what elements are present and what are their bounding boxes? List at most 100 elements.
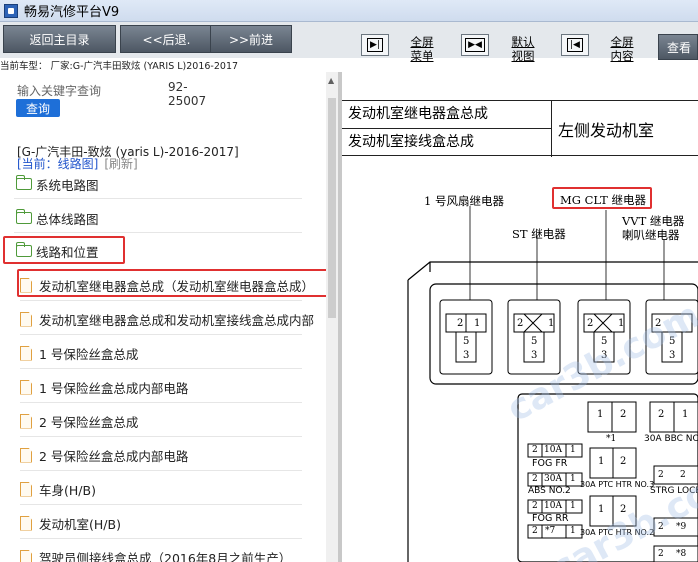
current-location: [当前：线路图] [刷新] xyxy=(17,155,138,172)
fuse-label: 2 xyxy=(658,470,664,480)
forward-button[interactable]: >>前进 xyxy=(210,25,292,53)
left-panel: 输入关键字查询 92-25007 查询 [G-广汽丰田-致炫 (yaris L)… xyxy=(0,72,338,562)
fuse-label: FOG FR xyxy=(532,458,568,469)
fuse-label: 2 xyxy=(532,501,538,511)
tree-item[interactable]: 2 号保险丝盒总成内部电路 xyxy=(20,443,188,467)
tree-item[interactable]: 车身(H/B) xyxy=(20,477,96,501)
fuse-label: 1 xyxy=(598,504,605,515)
document-icon xyxy=(20,549,32,562)
current-label: [当前：线路图] xyxy=(17,157,99,171)
title-bar: 畅易汽修平台V9 xyxy=(0,0,698,22)
tree-item[interactable]: 2 号保险丝盒总成 xyxy=(20,409,138,433)
default-view-icon[interactable]: ▶◀ xyxy=(461,34,489,56)
refresh-link[interactable]: [刷新] xyxy=(104,157,137,171)
fuse-label: 2 xyxy=(658,549,664,559)
pin-label: 3 xyxy=(531,350,538,361)
window-title: 畅易汽修平台V9 xyxy=(24,5,120,20)
document-icon xyxy=(20,413,32,429)
highlight-box xyxy=(17,269,333,297)
fullscreen-content-label[interactable]: 全屏 内容 xyxy=(604,35,640,63)
diagram-panel: 发动机室继电器盒总成 发动机室接线盒总成 左侧发动机室 1 号风扇继电器 MG … xyxy=(342,72,698,562)
divider xyxy=(20,300,302,301)
fuse-label: *1 xyxy=(606,434,617,444)
document-icon xyxy=(20,311,32,327)
fuse-label: 2 xyxy=(532,474,538,484)
scroll-up-icon[interactable]: ▲ xyxy=(328,76,334,85)
document-icon xyxy=(20,379,32,395)
tree-item[interactable]: 发动机室(H/B) xyxy=(20,511,121,535)
fuse-label: 1 xyxy=(570,445,576,455)
document-icon xyxy=(20,515,32,531)
divider xyxy=(20,504,302,505)
fuse-label: 2 xyxy=(532,526,538,536)
vehicle-bar: 当前车型： 厂家:G-广汽丰田致炫 (YARIS L)2016-2017 xyxy=(0,61,239,72)
query-button[interactable]: 查询 xyxy=(16,99,60,117)
document-icon xyxy=(20,345,32,361)
divider xyxy=(20,368,302,369)
fullscreen-menu-icon[interactable]: ▶| xyxy=(361,34,389,56)
fuse-label: 10A xyxy=(544,501,562,511)
fullscreen-menu-label[interactable]: 全屏 菜单 xyxy=(404,35,440,63)
fuse-label: 1 xyxy=(682,409,689,420)
fuse-label: 2 xyxy=(620,456,627,467)
tree-item[interactable]: 总体线路图 xyxy=(15,206,99,230)
fuse-label: 30A BBC NO xyxy=(644,434,698,444)
fuse-label: 2 xyxy=(658,409,665,420)
fuse-label: ABS NO.2 xyxy=(528,486,571,496)
search-button[interactable]: 查看 xyxy=(658,34,698,60)
home-button[interactable]: 返回主目录 xyxy=(3,25,116,53)
pin-label: 5 xyxy=(463,336,470,347)
divider xyxy=(20,334,302,335)
fuse-label: 1 xyxy=(598,456,605,467)
divider xyxy=(20,470,302,471)
default-view-label[interactable]: 默认 视图 xyxy=(505,35,541,63)
tree-item[interactable]: 系统电路图 xyxy=(15,172,99,196)
toolbar: 返回主目录 <<后退. >>前进 ▶| 全屏 菜单 ▶◀ 默认 视图 |◀ 全屏 内容 xyxy=(0,22,698,63)
highlight-box xyxy=(3,236,125,264)
divider xyxy=(20,402,302,403)
tree-item[interactable]: 驾驶员侧接线盒总成（2016年8月之前生产） xyxy=(20,545,291,562)
label-fan-relay: 1 号风扇继电器 xyxy=(424,194,504,208)
fuse-label: *7 xyxy=(545,526,556,536)
pin-label: 2 xyxy=(587,318,594,329)
document-icon xyxy=(20,481,32,497)
document-icon xyxy=(20,447,32,463)
fuse-label: 1 xyxy=(570,501,576,511)
fuse-label: *8 xyxy=(676,549,687,559)
folder-icon xyxy=(15,175,32,190)
folder-icon xyxy=(15,209,32,224)
fuse-label: 2 xyxy=(532,445,538,455)
pin-label: 1 xyxy=(474,318,481,329)
left-scrollbar[interactable]: ▲ xyxy=(326,72,338,562)
tree-item[interactable]: 1 号保险丝盒总成内部电路 xyxy=(20,375,188,399)
fuse-label: 30A xyxy=(544,474,562,484)
tree-item[interactable]: 1 号保险丝盒总成 xyxy=(20,341,138,365)
scroll-thumb[interactable] xyxy=(328,98,336,318)
fullscreen-content-icon[interactable]: |◀ xyxy=(561,34,589,56)
app-window: 畅易汽修平台V9 返回主目录 <<后退. >>前进 ▶| 全屏 菜单 ▶◀ 默认视… xyxy=(0,0,698,562)
divider xyxy=(20,436,302,437)
pin-label: 3 xyxy=(463,350,470,361)
label-horn-relay: 喇叭继电器 xyxy=(622,228,680,242)
pin-label: 2 xyxy=(517,318,524,329)
fuse-label: 30A PTC HTR NO.3 xyxy=(580,480,655,489)
label-st-relay: ST 继电器 xyxy=(512,227,566,241)
tree-item[interactable]: 发动机室继电器盒总成和发动机室接线盒总成内部 xyxy=(20,307,314,331)
divider xyxy=(14,232,302,233)
fuse-label: 1 xyxy=(597,409,604,420)
fuse-label: 10A xyxy=(544,445,562,455)
catalog-code: 92-25007 xyxy=(168,80,207,108)
fuse-label: 1 xyxy=(570,474,576,484)
pin-label: 5 xyxy=(531,336,538,347)
label-mg-clt-relay: MG CLT 继电器 xyxy=(560,193,646,207)
app-logo-icon xyxy=(4,3,18,18)
fuse-label: 1 xyxy=(570,526,576,536)
fuse-label: 2 xyxy=(620,409,627,420)
pin-label: 3 xyxy=(669,350,676,361)
fuse-label: FOG RR xyxy=(532,513,569,524)
search-input[interactable]: 输入关键字查询 xyxy=(17,82,101,99)
pin-label: 2 xyxy=(457,318,464,329)
back-button[interactable]: <<后退. xyxy=(120,25,213,53)
divider xyxy=(14,198,302,199)
pin-label: 1 xyxy=(548,318,555,329)
